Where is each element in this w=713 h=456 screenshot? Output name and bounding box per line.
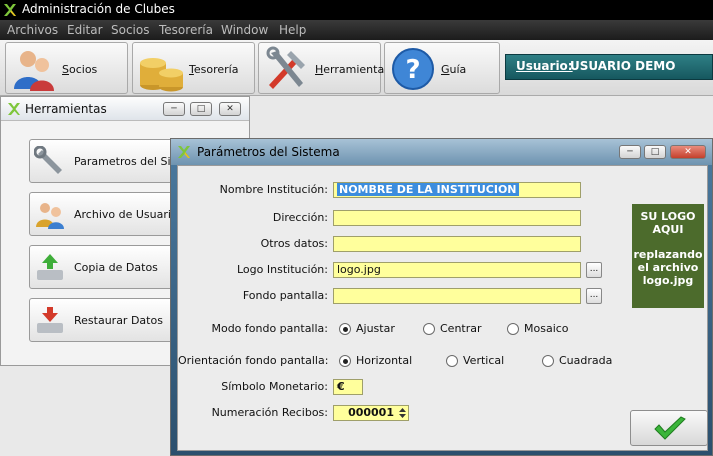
app-logo-icon: [4, 4, 16, 16]
logo-institucion-field[interactable]: logo.jpg: [333, 262, 581, 278]
browse-logo-button[interactable]: ...: [586, 262, 602, 278]
radio-mosaico-label: Mosaico: [524, 322, 569, 335]
dialog-minimize-button[interactable]: ─: [619, 145, 641, 159]
logo-preview-line: AQUI: [652, 223, 684, 236]
simbolo-monetario-field[interactable]: €: [333, 379, 363, 395]
svg-text:?: ?: [405, 55, 420, 85]
backup-icon: [37, 254, 63, 280]
menu-editar[interactable]: Editar: [67, 23, 103, 37]
socios-label: Socios: [62, 63, 98, 76]
radio-cuadrada[interactable]: [542, 355, 554, 367]
numeracion-recibos-label: Numeración Recibos:: [211, 406, 328, 419]
browse-fondo-button[interactable]: ...: [586, 288, 602, 304]
logo-preview-line: el archivo: [637, 261, 699, 274]
radio-centrar[interactable]: [423, 323, 435, 335]
modo-fondo-label: Modo fondo pantalla:: [211, 322, 328, 335]
archivo-usuarios-label: Archivo de Usuarios: [74, 208, 184, 221]
dialog-close-button[interactable]: ✕: [670, 145, 706, 159]
restore-icon: [37, 307, 63, 333]
socios-button[interactable]: Socios: [5, 42, 128, 94]
orientacion-label: Orientación fondo pantalla:: [178, 354, 329, 367]
menu-bar: Archivos Editar Socios Tesorería Window …: [0, 20, 713, 40]
radio-ajustar[interactable]: [339, 323, 351, 335]
radio-mosaico[interactable]: [507, 323, 519, 335]
copia-datos-label: Copia de Datos: [74, 261, 158, 274]
radio-ajustar-label: Ajustar: [356, 322, 395, 335]
coins-icon: [140, 58, 183, 92]
users-icon: [36, 203, 64, 229]
restaurar-datos-label: Restaurar Datos: [74, 314, 163, 327]
menu-help[interactable]: Help: [279, 23, 306, 37]
menu-window[interactable]: Window: [221, 23, 268, 37]
dialog-title: Parámetros del Sistema: [197, 145, 340, 159]
herramientas-window-title: Herramientas: [25, 102, 107, 116]
app-logo-icon: [8, 103, 20, 115]
stepper-arrows-icon: [399, 408, 406, 418]
radio-vertical[interactable]: [446, 355, 458, 367]
tools-icon: [266, 46, 305, 89]
minimize-button[interactable]: ─: [163, 102, 185, 116]
accept-button[interactable]: [630, 410, 708, 446]
logo-preview-line: logo.jpg: [642, 274, 694, 287]
app-logo-icon: [178, 146, 190, 158]
help-icon: ?: [392, 48, 434, 90]
radio-centrar-label: Centrar: [440, 322, 482, 335]
logo-preview: SU LOGO AQUI replazando el archivo logo.…: [632, 204, 704, 308]
fondo-pantalla-field[interactable]: [333, 288, 581, 304]
wrench-icon: [34, 146, 62, 174]
dialog-body: Nombre Institución: NOMBRE DE LA INSTITU…: [177, 165, 708, 451]
user-indicator: Usuario: USUARIO DEMO: [505, 54, 713, 80]
logo-preview-line: replazando: [633, 248, 703, 261]
maximize-button[interactable]: □: [190, 102, 212, 116]
simbolo-monetario-label: Símbolo Monetario:: [221, 380, 328, 393]
close-button[interactable]: ✕: [219, 102, 241, 116]
people-icon: [14, 51, 54, 91]
menu-socios[interactable]: Socios: [111, 23, 149, 37]
menu-tesoreria[interactable]: Tesorería: [159, 23, 213, 37]
checkmark-icon: [654, 416, 686, 440]
app-title: Administración de Clubes: [22, 2, 175, 16]
nombre-label: Nombre Institución:: [219, 183, 328, 196]
radio-vertical-label: Vertical: [463, 354, 505, 367]
guia-button[interactable]: ? Guía: [384, 42, 500, 94]
logo-institucion-label: Logo Institución:: [237, 263, 328, 276]
herramientas-button[interactable]: Herramientas: [258, 42, 390, 94]
direccion-label: Dirección:: [272, 211, 328, 224]
user-name: USUARIO DEMO: [570, 59, 676, 73]
radio-horizontal-label: Horizontal: [356, 354, 413, 367]
radio-cuadrada-label: Cuadrada: [559, 354, 613, 367]
menu-archivos[interactable]: Archivos: [7, 23, 58, 37]
herramientas-window-header: Herramientas ─ □ ✕: [1, 97, 249, 121]
guia-label: Guía: [441, 63, 467, 76]
otros-datos-label: Otros datos:: [260, 237, 328, 250]
dialog-maximize-button[interactable]: □: [644, 145, 666, 159]
tesoreria-button[interactable]: Tesorería: [132, 42, 255, 94]
app-title-bar: Administración de Clubes: [0, 0, 713, 20]
numeracion-stepper[interactable]: [397, 406, 408, 420]
nombre-value: NOMBRE DE LA INSTITUCION: [337, 183, 519, 196]
parametros-dialog: Parámetros del Sistema ─ □ ✕ Nombre Inst…: [170, 138, 713, 456]
otros-datos-field[interactable]: [333, 236, 581, 252]
fondo-pantalla-label: Fondo pantalla:: [242, 289, 328, 302]
direccion-field[interactable]: [333, 210, 581, 226]
tesoreria-label: Tesorería: [189, 63, 239, 76]
dialog-header: Parámetros del Sistema ─ □ ✕: [171, 139, 712, 165]
user-label: Usuario:: [516, 59, 573, 73]
herramientas-label: Herramientas: [315, 63, 390, 76]
radio-horizontal[interactable]: [339, 355, 351, 367]
nombre-field[interactable]: NOMBRE DE LA INSTITUCION: [333, 182, 581, 198]
logo-preview-line: SU LOGO: [640, 210, 696, 223]
